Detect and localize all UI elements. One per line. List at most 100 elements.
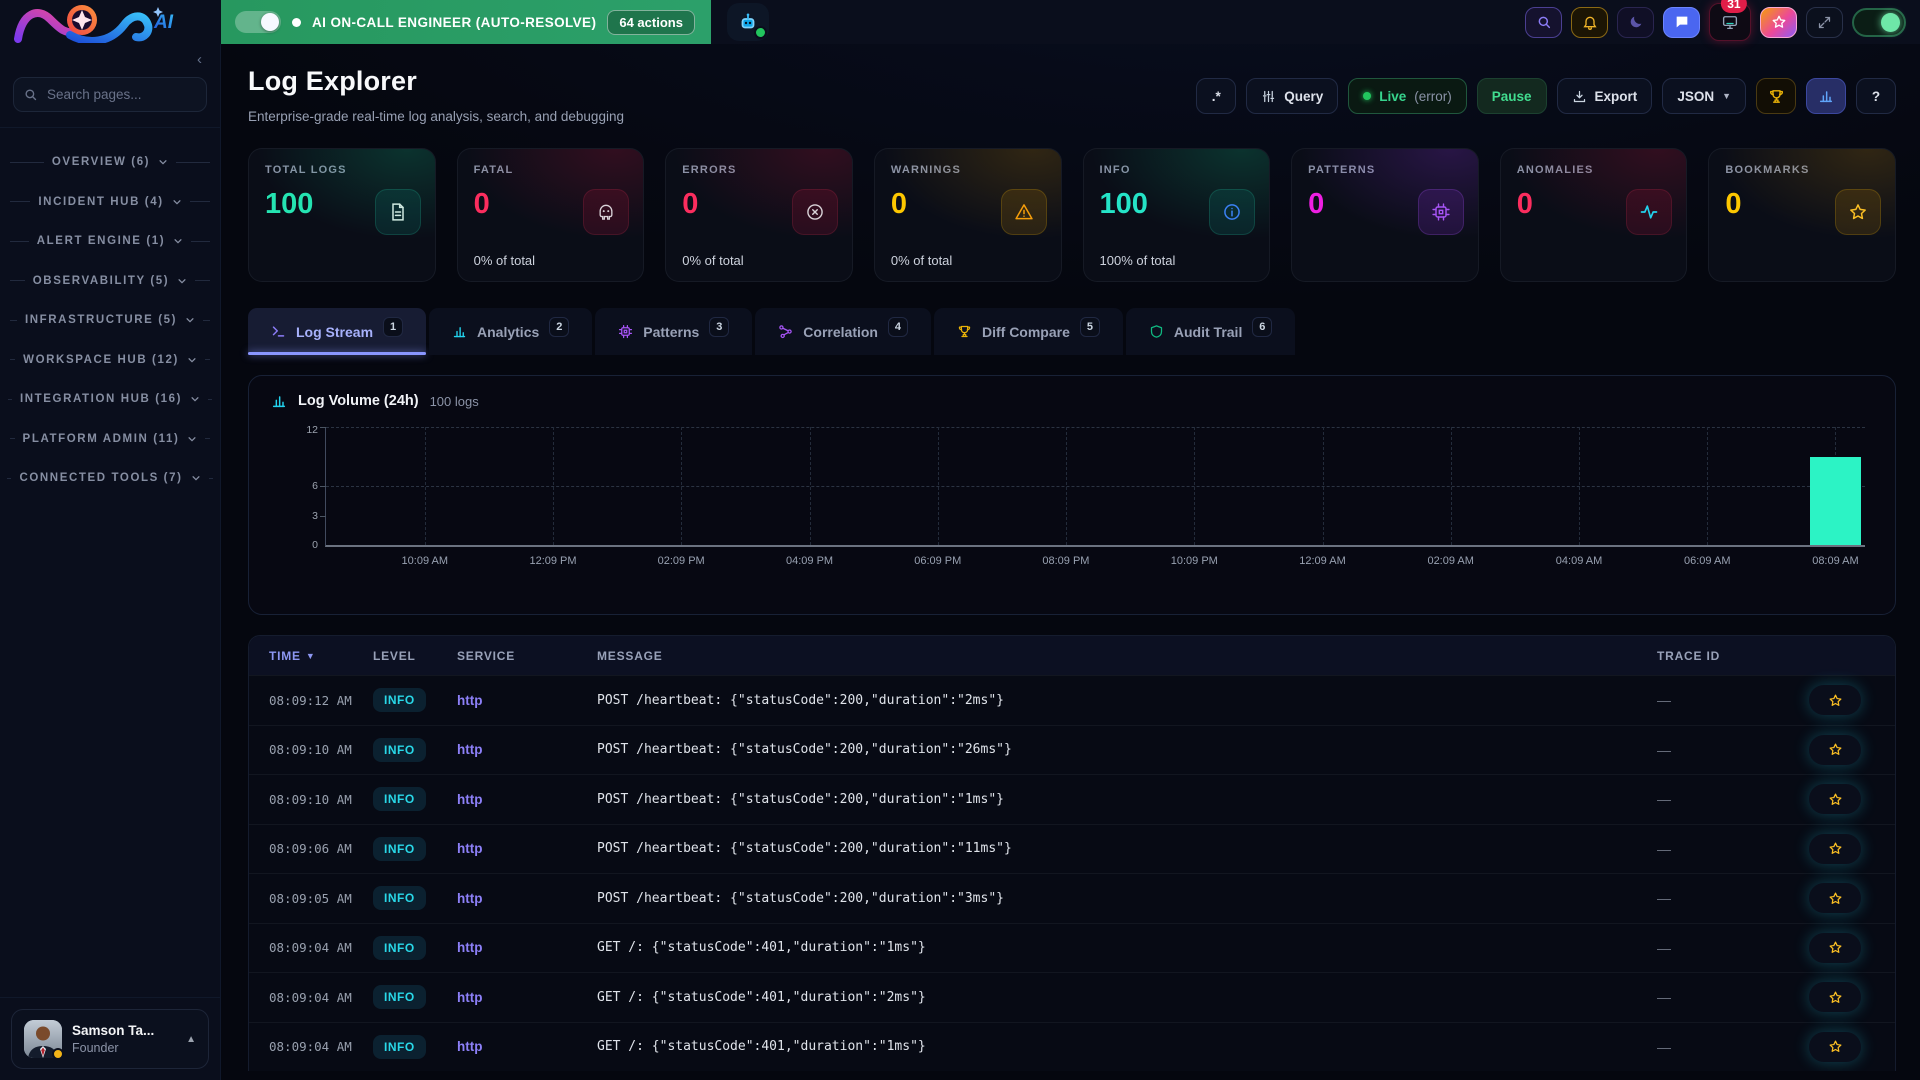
sidebar-item-integration-hub[interactable]: INTEGRATION HUB (16) [10, 393, 210, 405]
sidebar-item-label: INFRASTRUCTURE (5) [25, 314, 177, 326]
ai-assistant-button[interactable] [727, 3, 769, 41]
tab-log-stream[interactable]: Log Stream 1 [248, 308, 426, 355]
chevron-down-icon: ▼ [1722, 91, 1731, 101]
ai-oncall-toggle[interactable] [235, 11, 281, 33]
x-circle-icon [792, 189, 838, 235]
sidebar-item-overview[interactable]: OVERVIEW (6) [10, 156, 210, 168]
table-row[interactable]: 08:09:10 AM INFO http POST /heartbeat: {… [249, 774, 1895, 824]
sidebar-item-label: INTEGRATION HUB (16) [20, 393, 182, 405]
log-message: POST /heartbeat: {"statusCode":200,"dura… [597, 693, 1657, 708]
top-bar: AI AI ON-CALL ENGINEER (AUTO-RESOLVE) 64… [0, 0, 1920, 44]
chat-button[interactable] [1663, 7, 1700, 38]
table-row[interactable]: 08:09:04 AM INFO http GET /: {"statusCod… [249, 972, 1895, 1022]
stat-card-info: INFO 100 100% of total [1083, 148, 1271, 282]
bookmark-button[interactable] [1809, 1032, 1861, 1062]
user-name: Samson Ta... [72, 1023, 154, 1038]
table-row[interactable]: 08:09:06 AM INFO http POST /heartbeat: {… [249, 824, 1895, 874]
tab-badge: 6 [1252, 317, 1272, 337]
log-message: POST /heartbeat: {"statusCode":200,"dura… [597, 742, 1657, 757]
notifications-button[interactable] [1571, 7, 1608, 38]
tab-label: Analytics [477, 324, 539, 340]
user-role: Founder [72, 1041, 154, 1055]
achievements-button[interactable] [1756, 78, 1796, 114]
user-menu-caret-icon[interactable]: ▲ [186, 1034, 196, 1045]
user-profile-card[interactable]: Samson Ta... Founder ▲ [11, 1009, 209, 1069]
bookmark-button[interactable] [1809, 834, 1861, 864]
tab-patterns[interactable]: Patterns 3 [595, 308, 752, 355]
cpu-chip-icon [618, 324, 633, 339]
tab-audit-trail[interactable]: Audit Trail 6 [1126, 308, 1295, 355]
log-trace-id: — [1657, 841, 1809, 857]
sidebar-item-incident-hub[interactable]: INCIDENT HUB (4) [10, 196, 210, 208]
level-badge: INFO [373, 886, 426, 910]
star-icon [1835, 189, 1881, 235]
bookmark-button[interactable] [1809, 883, 1861, 913]
download-icon [1572, 89, 1587, 104]
dark-mode-button[interactable] [1617, 7, 1654, 38]
star-icon [1828, 792, 1843, 807]
table-row[interactable]: 08:09:10 AM INFO http POST /heartbeat: {… [249, 725, 1895, 775]
trophy-icon [957, 324, 972, 339]
table-row[interactable]: 08:09:12 AM INFO http POST /heartbeat: {… [249, 675, 1895, 725]
table-row[interactable]: 08:09:05 AM INFO http POST /heartbeat: {… [249, 873, 1895, 923]
tab-diff-compare[interactable]: Diff Compare 5 [934, 308, 1123, 355]
chart-view-button[interactable] [1806, 78, 1846, 114]
log-trace-id: — [1657, 1039, 1809, 1055]
sidebar-item-connected-tools[interactable]: CONNECTED TOOLS (7) [10, 472, 210, 484]
global-search-button[interactable] [1525, 7, 1562, 38]
sidebar-item-infrastructure[interactable]: INFRASTRUCTURE (5) [10, 314, 210, 326]
stat-label: WARNINGS [891, 164, 1045, 176]
table-header-row: TIME▼ LEVEL SERVICE MESSAGE TRACE ID [249, 636, 1895, 675]
nova-ai-logo[interactable]: AI [0, 0, 221, 44]
tab-label: Audit Trail [1174, 324, 1242, 340]
tab-label: Correlation [803, 324, 878, 340]
sidebar-item-platform-admin[interactable]: PLATFORM ADMIN (11) [10, 433, 210, 445]
bookmark-button[interactable] [1809, 982, 1861, 1012]
sidebar-item-workspace-hub[interactable]: WORKSPACE HUB (12) [10, 354, 210, 366]
log-time: 08:09:04 AM [269, 940, 373, 955]
bar-chart-icon [1818, 88, 1834, 104]
stat-card-anomalies: ANOMALIES 0 [1500, 148, 1688, 282]
bookmark-button[interactable] [1809, 784, 1861, 814]
chevron-down-icon [190, 394, 200, 404]
stat-label: ANOMALIES [1517, 164, 1671, 176]
topbar-icon-group: 31 [1525, 3, 1906, 41]
chevron-down-icon [191, 473, 201, 483]
table-row[interactable]: 08:09:04 AM INFO http GET /: {"statusCod… [249, 1022, 1895, 1072]
volume-bar[interactable] [1810, 457, 1861, 546]
column-header-time[interactable]: TIME▼ [269, 649, 373, 663]
favorites-button[interactable] [1760, 7, 1797, 38]
actions-count-badge: 64 actions [607, 10, 695, 35]
monitor-button[interactable]: 31 [1709, 3, 1751, 41]
sidebar-item-label: WORKSPACE HUB (12) [23, 354, 179, 366]
regex-toggle-button[interactable]: .* [1196, 78, 1236, 114]
tab-analytics[interactable]: Analytics 2 [429, 308, 592, 355]
sidebar-item-observability[interactable]: OBSERVABILITY (5) [10, 275, 210, 287]
help-button[interactable]: ? [1856, 78, 1896, 114]
expand-icon [1817, 15, 1832, 30]
pause-button[interactable]: Pause [1477, 78, 1547, 114]
log-message: POST /heartbeat: {"statusCode":200,"dura… [597, 891, 1657, 906]
query-builder-button[interactable]: Query [1246, 78, 1338, 114]
fullscreen-button[interactable] [1806, 7, 1843, 38]
toggle-knob [261, 13, 279, 31]
bookmark-button[interactable] [1809, 685, 1861, 715]
bookmark-button[interactable] [1809, 933, 1861, 963]
table-row[interactable]: 08:09:04 AM INFO http GET /: {"statusCod… [249, 923, 1895, 973]
tab-correlation[interactable]: Correlation 4 [755, 308, 931, 355]
search-icon [1536, 14, 1552, 30]
page-title: Log Explorer [248, 66, 624, 97]
ai-oncall-banner: AI ON-CALL ENGINEER (AUTO-RESOLVE) 64 ac… [221, 0, 711, 44]
search-input[interactable] [13, 77, 207, 112]
export-button[interactable]: Export [1557, 78, 1653, 114]
chevron-down-icon [158, 157, 168, 167]
tab-badge: 2 [549, 317, 569, 337]
sidebar-collapse-button[interactable]: ‹ [197, 51, 202, 68]
format-select[interactable]: JSON▼ [1662, 78, 1746, 114]
sidebar-item-alert-engine[interactable]: ALERT ENGINE (1) [10, 235, 210, 247]
theme-toggle[interactable] [1852, 8, 1906, 37]
live-status-button[interactable]: Live (error) [1348, 78, 1467, 114]
bookmark-button[interactable] [1809, 735, 1861, 765]
svg-text:AI: AI [153, 12, 174, 33]
log-message: GET /: {"statusCode":401,"duration":"2ms… [597, 990, 1657, 1005]
